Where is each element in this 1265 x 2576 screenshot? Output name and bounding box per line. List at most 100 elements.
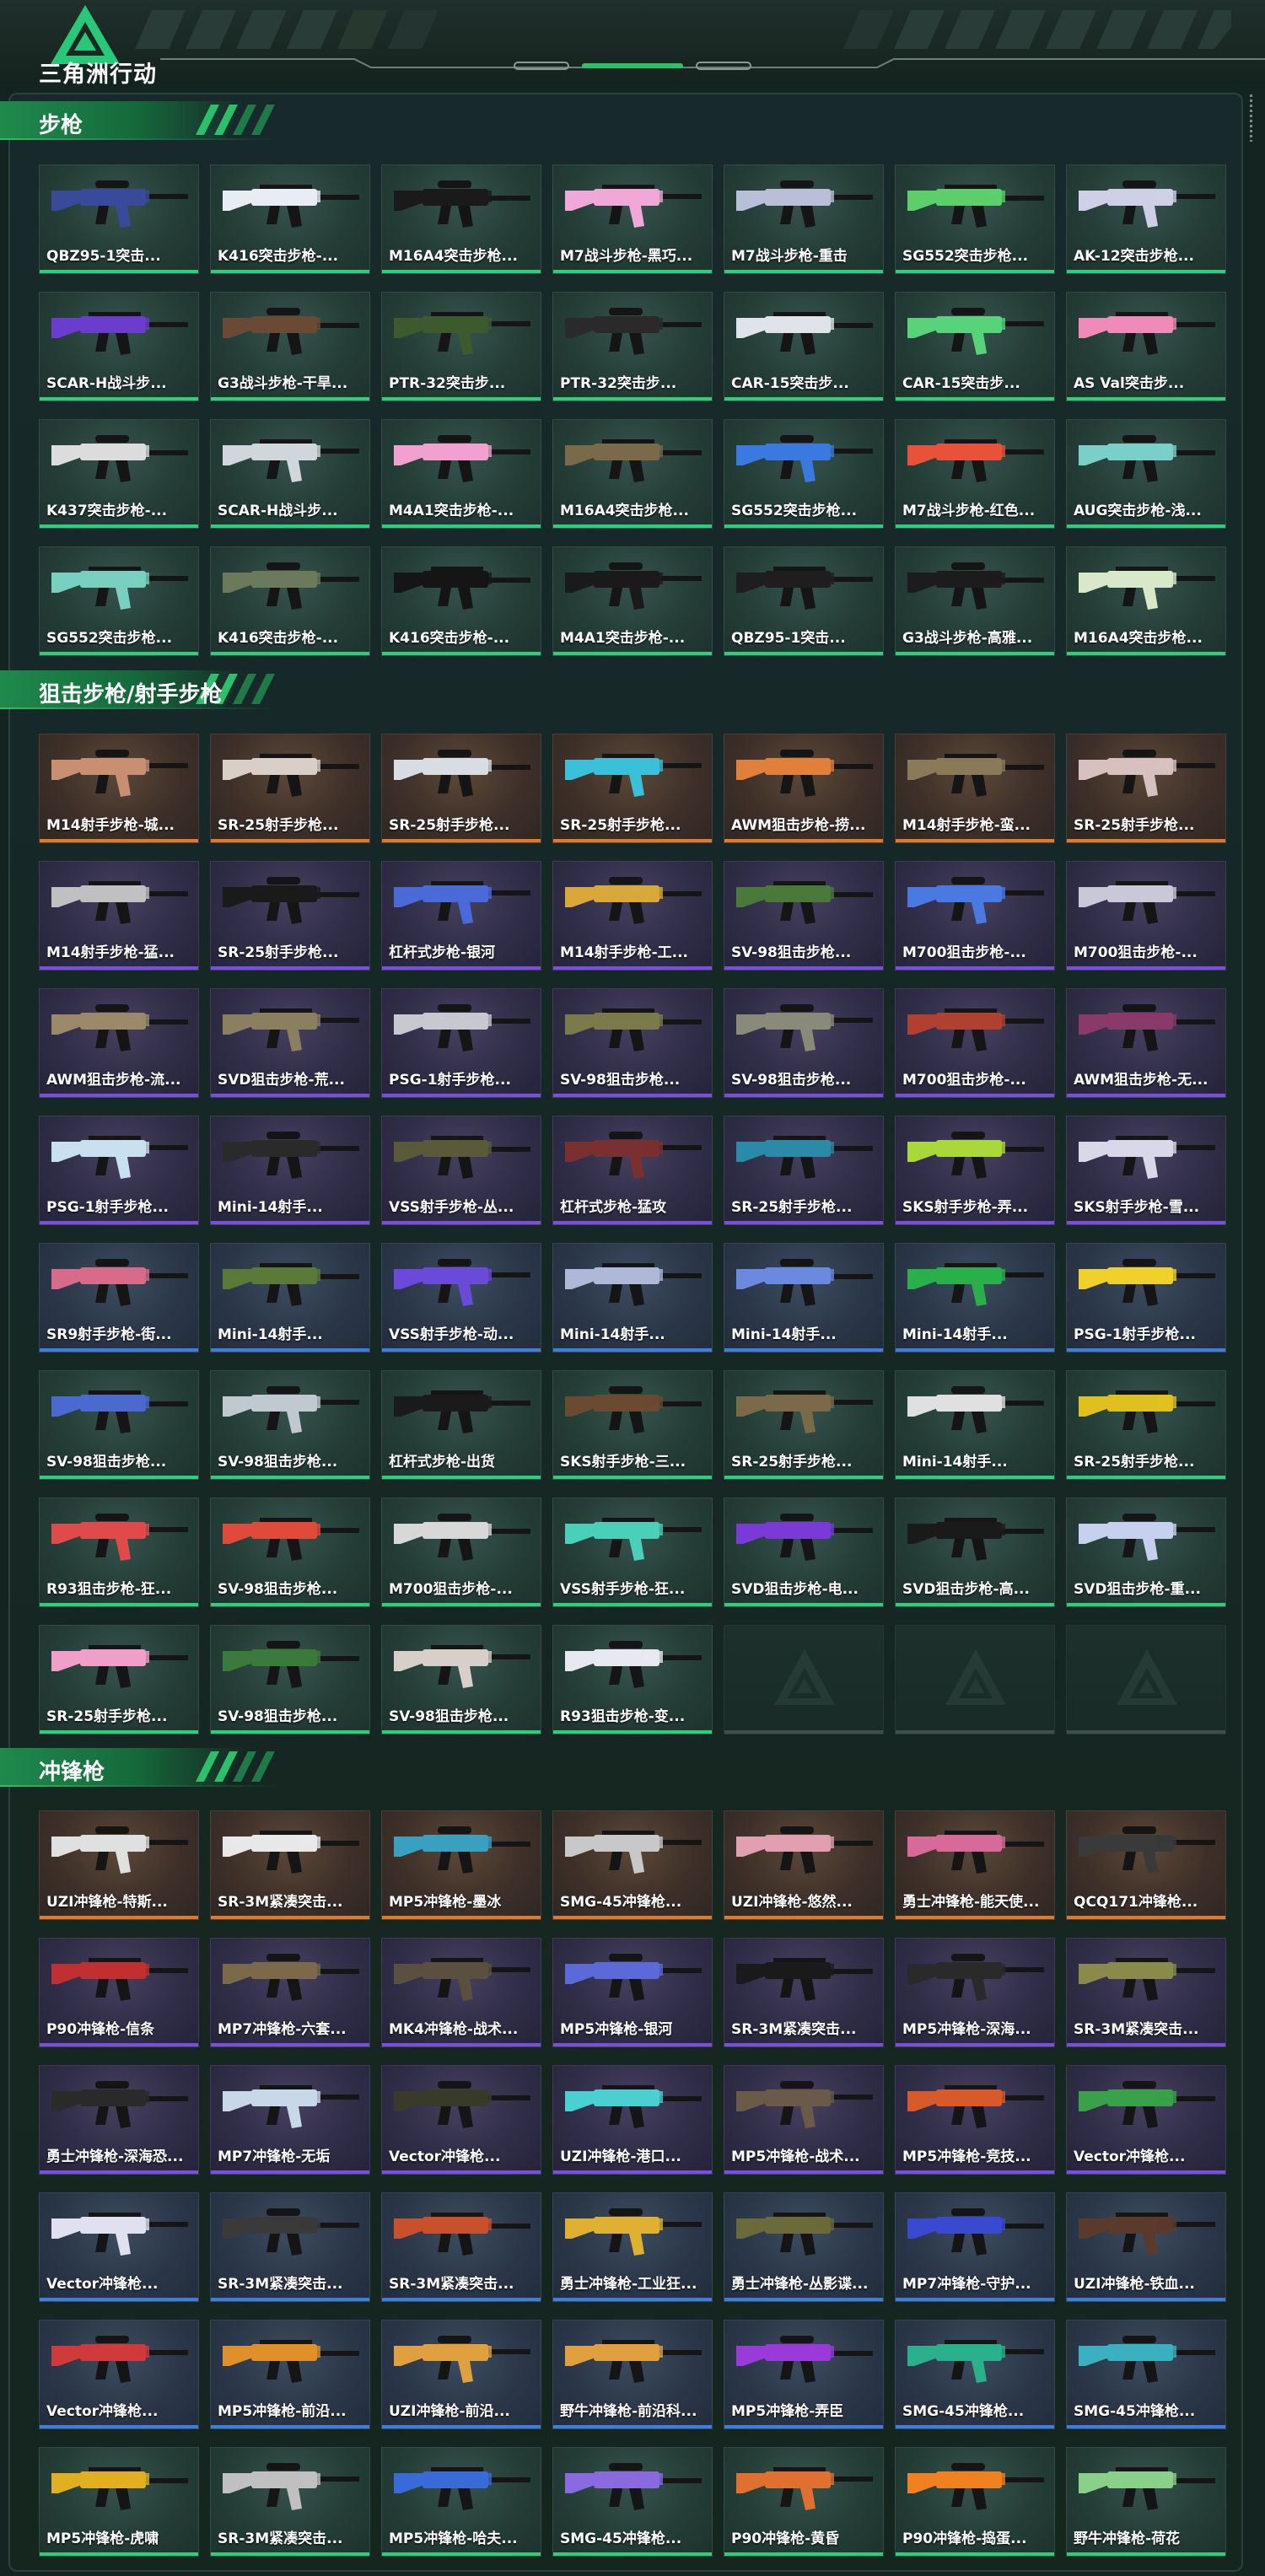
weapon-skin-card[interactable]: SKS射手步枪-弄... — [895, 1116, 1055, 1225]
weapon-skin-card[interactable]: SVD狙击步枪-重... — [1066, 1498, 1226, 1607]
weapon-skin-card[interactable]: SR-3M紧凑突击... — [724, 1938, 884, 2047]
weapon-skin-card[interactable]: M4A1突击步枪-... — [552, 546, 713, 656]
weapon-skin-card[interactable]: SCAR-H战斗步... — [210, 419, 370, 529]
weapon-skin-card[interactable]: Vector冲锋枪... — [1066, 2065, 1226, 2175]
weapon-skin-card[interactable]: MP7冲锋枪-无垢 — [210, 2065, 370, 2175]
weapon-skin-card[interactable]: UZI冲锋枪-特斯... — [39, 1810, 199, 1920]
weapon-skin-card[interactable]: 勇士冲锋枪-工业狂... — [552, 2192, 713, 2302]
weapon-skin-card[interactable]: M7战斗步枪-黑巧... — [552, 164, 713, 274]
weapon-skin-card[interactable]: Vector冲锋枪... — [381, 2065, 541, 2175]
weapon-skin-card[interactable]: SR-3M紧凑突击... — [210, 2447, 370, 2557]
weapon-skin-card[interactable]: SR-3M紧凑突击... — [1066, 1938, 1226, 2047]
weapon-skin-card[interactable]: M7战斗步枪-红色... — [895, 419, 1055, 529]
weapon-skin-card[interactable]: SG552突击步枪... — [39, 546, 199, 656]
weapon-skin-card[interactable]: AWM狙击步枪-流... — [39, 988, 199, 1098]
weapon-skin-card[interactable]: QBZ95-1突击... — [39, 164, 199, 274]
weapon-skin-card[interactable]: SVD狙击步枪-高... — [895, 1498, 1055, 1607]
weapon-skin-card[interactable]: M16A4突击步枪... — [381, 164, 541, 274]
weapon-skin-card[interactable]: Mini-14射手... — [724, 1243, 884, 1353]
weapon-skin-card[interactable]: M14射手步枪-工... — [552, 861, 713, 971]
weapon-skin-card[interactable]: MK4冲锋枪-战术... — [381, 1938, 541, 2047]
weapon-skin-card[interactable]: SR-25射手步枪... — [1066, 1370, 1226, 1480]
weapon-skin-card[interactable]: MP5冲锋枪-虎啸 — [39, 2447, 199, 2557]
weapon-skin-card[interactable]: P90冲锋枪-黄昏 — [724, 2447, 884, 2557]
scrollbar-thumb[interactable] — [1250, 94, 1252, 142]
weapon-skin-card[interactable]: SR-25射手步枪... — [381, 734, 541, 843]
weapon-skin-card[interactable]: M16A4突击步枪... — [552, 419, 713, 529]
weapon-skin-card[interactable]: SV-98狙击步枪... — [39, 1370, 199, 1480]
weapon-skin-card[interactable]: QBZ95-1突击... — [724, 546, 884, 656]
weapon-skin-card[interactable]: SMG-45冲锋枪... — [895, 2320, 1055, 2429]
weapon-skin-card[interactable]: VSS射手步枪-丛... — [381, 1116, 541, 1225]
weapon-skin-card[interactable]: SR-3M紧凑突击... — [210, 1810, 370, 1920]
weapon-skin-card[interactable]: R93狙击步枪-变... — [552, 1625, 713, 1734]
weapon-skin-card[interactable]: 杠杆式步枪-银河 — [381, 861, 541, 971]
weapon-skin-card[interactable]: P90冲锋枪-捣蛋... — [895, 2447, 1055, 2557]
weapon-skin-card[interactable]: 勇士冲锋枪-能天使... — [895, 1810, 1055, 1920]
weapon-skin-card[interactable]: PSG-1射手步枪... — [1066, 1243, 1226, 1353]
weapon-skin-card[interactable]: SV-98狙击步枪... — [552, 988, 713, 1098]
weapon-skin-card[interactable]: SV-98狙击步枪... — [210, 1370, 370, 1480]
weapon-skin-card[interactable]: SR-25射手步枪... — [724, 1116, 884, 1225]
weapon-skin-card[interactable]: MP7冲锋枪-守护... — [895, 2192, 1055, 2302]
weapon-skin-card[interactable]: SR-25射手步枪... — [210, 734, 370, 843]
weapon-skin-card[interactable]: PTR-32突击步... — [381, 292, 541, 401]
weapon-skin-card[interactable]: SKS射手步枪-雪... — [1066, 1116, 1226, 1225]
weapon-skin-card[interactable]: AUG突击步枪-浅... — [1066, 419, 1226, 529]
weapon-skin-card[interactable]: AWM狙击步枪-捞... — [724, 734, 884, 843]
weapon-skin-card[interactable]: SV-98狙击步枪... — [210, 1625, 370, 1734]
weapon-skin-card[interactable]: UZI冲锋枪-铁血... — [1066, 2192, 1226, 2302]
weapon-skin-card[interactable]: VSS射手步枪-狂... — [552, 1498, 713, 1607]
weapon-skin-card[interactable]: SR-25射手步枪... — [1066, 734, 1226, 843]
weapon-skin-card[interactable]: VSS射手步枪-动... — [381, 1243, 541, 1353]
weapon-skin-card[interactable]: M16A4突击步枪... — [1066, 546, 1226, 656]
weapon-skin-card[interactable]: CAR-15突击步... — [895, 292, 1055, 401]
weapon-skin-card[interactable]: P90冲锋枪-信条 — [39, 1938, 199, 2047]
weapon-skin-card[interactable]: SCAR-H战斗步... — [39, 292, 199, 401]
weapon-skin-card[interactable]: Mini-14射手... — [895, 1370, 1055, 1480]
weapon-skin-card[interactable]: SG552突击步枪... — [895, 164, 1055, 274]
weapon-skin-card[interactable]: SMG-45冲锋枪... — [552, 1810, 713, 1920]
weapon-skin-card[interactable]: 勇士冲锋枪-深海恐... — [39, 2065, 199, 2175]
weapon-skin-card[interactable]: K416突击步枪-... — [210, 546, 370, 656]
weapon-skin-card[interactable]: Mini-14射手... — [552, 1243, 713, 1353]
weapon-skin-card[interactable]: UZI冲锋枪-前沿... — [381, 2320, 541, 2429]
weapon-skin-card[interactable]: AWM狙击步枪-无... — [1066, 988, 1226, 1098]
weapon-skin-card[interactable]: Mini-14射手... — [210, 1243, 370, 1353]
weapon-skin-card[interactable]: SMG-45冲锋枪... — [552, 2447, 713, 2557]
weapon-skin-card[interactable]: M7战斗步枪-重击 — [724, 164, 884, 274]
weapon-skin-card[interactable]: AS Val突击步... — [1066, 292, 1226, 401]
weapon-skin-card[interactable]: MP5冲锋枪-战术... — [724, 2065, 884, 2175]
weapon-skin-card[interactable]: SV-98狙击步枪... — [724, 861, 884, 971]
weapon-skin-card[interactable]: K416突击步枪-... — [381, 546, 541, 656]
weapon-skin-card[interactable]: MP5冲锋枪-前沿... — [210, 2320, 370, 2429]
weapon-skin-card[interactable]: AK-12突击步枪... — [1066, 164, 1226, 274]
weapon-skin-card[interactable]: MP5冲锋枪-银河 — [552, 1938, 713, 2047]
weapon-skin-card[interactable]: SMG-45冲锋枪... — [1066, 2320, 1226, 2429]
weapon-skin-card[interactable]: SVD狙击步枪-荒... — [210, 988, 370, 1098]
weapon-skin-card[interactable]: G3战斗步枪-高雅... — [895, 546, 1055, 656]
weapon-skin-card[interactable]: PTR-32突击步... — [552, 292, 713, 401]
weapon-skin-card[interactable]: SR-25射手步枪... — [724, 1370, 884, 1480]
weapon-skin-card[interactable]: MP5冲锋枪-竞技... — [895, 2065, 1055, 2175]
weapon-skin-card[interactable]: M4A1突击步枪-... — [381, 419, 541, 529]
weapon-skin-card[interactable]: MP5冲锋枪-深海... — [895, 1938, 1055, 2047]
weapon-skin-card[interactable]: M14射手步枪-猛... — [39, 861, 199, 971]
weapon-skin-card[interactable]: SVD狙击步枪-电... — [724, 1498, 884, 1607]
weapon-skin-card[interactable]: M14射手步枪-城... — [39, 734, 199, 843]
weapon-skin-card[interactable]: CAR-15突击步... — [724, 292, 884, 401]
weapon-skin-card[interactable]: K437突击步枪-... — [39, 419, 199, 529]
weapon-skin-card[interactable]: 杠杆式步枪-猛攻 — [552, 1116, 713, 1225]
weapon-skin-card[interactable]: SV-98狙击步枪... — [210, 1498, 370, 1607]
weapon-skin-card[interactable]: K416突击步枪-... — [210, 164, 370, 274]
weapon-skin-card[interactable]: MP7冲锋枪-六套... — [210, 1938, 370, 2047]
weapon-skin-card[interactable]: M700狙击步枪-... — [895, 988, 1055, 1098]
weapon-skin-card[interactable]: Vector冲锋枪... — [39, 2192, 199, 2302]
weapon-skin-card[interactable]: SR-25射手步枪... — [210, 861, 370, 971]
weapon-skin-card[interactable]: R93狙击步枪-狂... — [39, 1498, 199, 1607]
weapon-skin-card[interactable]: 野牛冲锋枪-荷花 — [1066, 2447, 1226, 2557]
weapon-skin-card[interactable]: MP5冲锋枪-哈夫... — [381, 2447, 541, 2557]
weapon-skin-card[interactable]: G3战斗步枪-干旱... — [210, 292, 370, 401]
weapon-skin-card[interactable]: M14射手步枪-蛮... — [895, 734, 1055, 843]
weapon-skin-card[interactable]: SR-3M紧凑突击... — [381, 2192, 541, 2302]
